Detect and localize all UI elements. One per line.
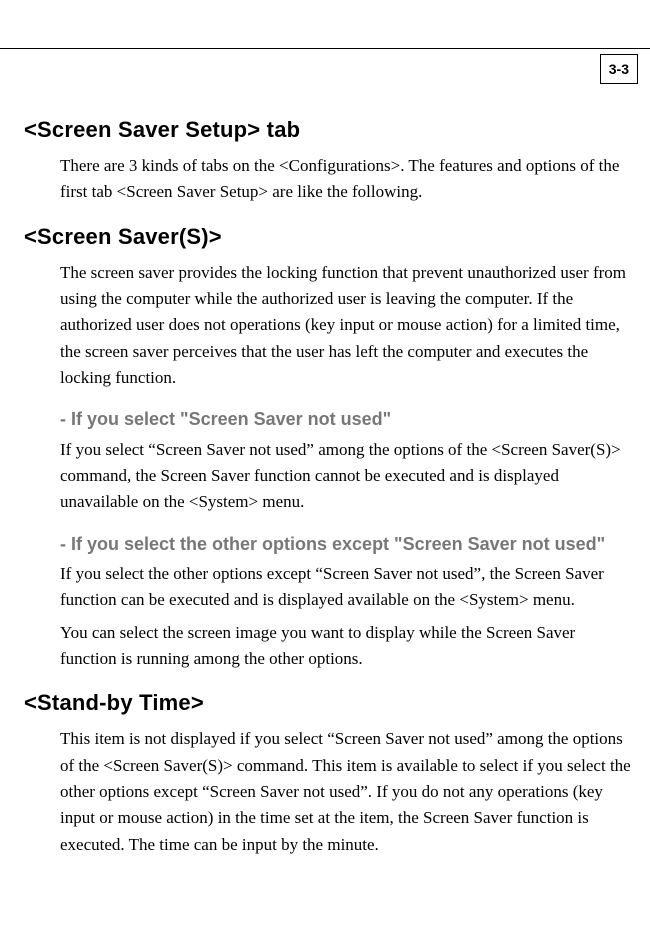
heading-screen-saver-setup: <Screen Saver Setup> tab [24,117,632,143]
heading-screen-saver-s: <Screen Saver(S)> [24,224,632,250]
subheading-other-options: - If you select the other options except… [60,532,632,557]
para-not-used: If you select “Screen Saver not used” am… [60,437,632,516]
heading-standby-time: <Stand-by Time> [24,690,632,716]
para-other-options-a: If you select the other options except “… [60,561,632,614]
para-other-options-b: You can select the screen image you want… [60,620,632,673]
para-standby-time: This item is not displayed if you select… [60,726,632,858]
document-body: <Screen Saver Setup> tab There are 3 kin… [0,49,650,892]
para-screen-saver-setup: There are 3 kinds of tabs on the <Config… [60,153,632,206]
page-number: 3-3 [609,61,629,77]
subheading-not-used: - If you select "Screen Saver not used" [60,407,632,432]
para-screen-saver-s: The screen saver provides the locking fu… [60,260,632,392]
page-number-box: 3-3 [600,54,638,84]
